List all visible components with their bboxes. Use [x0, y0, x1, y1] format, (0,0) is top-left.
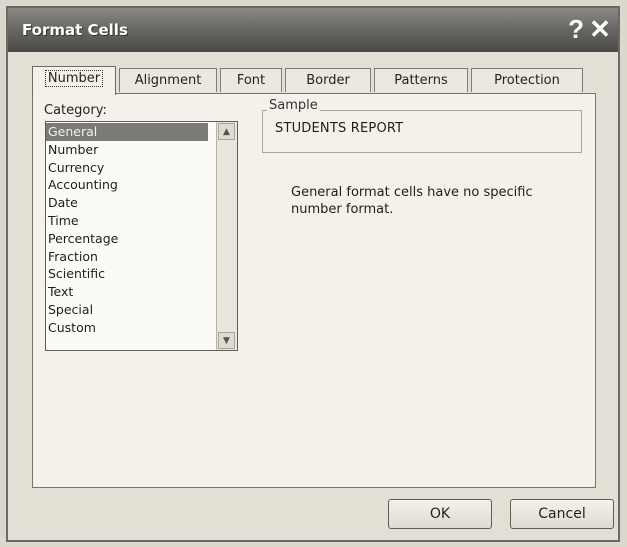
ok-button[interactable]: OK	[388, 499, 492, 529]
tab-patterns[interactable]: Patterns	[374, 68, 468, 92]
tab-border[interactable]: Border	[285, 68, 371, 92]
category-item-text[interactable]: Text	[46, 283, 214, 301]
close-icon[interactable]: ✕	[588, 16, 612, 42]
sample-value: STUDENTS REPORT	[275, 121, 404, 136]
category-listbox[interactable]: General Number Currency Accounting Date …	[45, 121, 238, 351]
category-item-fraction[interactable]: Fraction	[46, 248, 214, 266]
category-item-scientific[interactable]: Scientific	[46, 265, 214, 283]
category-list: General Number Currency Accounting Date …	[46, 123, 214, 337]
format-cells-dialog: Format Cells ? ✕ Number Alignment Font B…	[6, 6, 620, 542]
dialog-title: Format Cells	[22, 21, 128, 39]
cancel-button[interactable]: Cancel	[510, 499, 614, 529]
category-item-accounting[interactable]: Accounting	[46, 176, 214, 194]
category-scrollbar[interactable]: ▲ ▼	[216, 122, 237, 350]
scroll-down-icon[interactable]: ▼	[218, 332, 235, 349]
sample-label: Sample	[267, 98, 320, 113]
category-label: Category:	[44, 103, 107, 118]
screenshot-frame: Format Cells ? ✕ Number Alignment Font B…	[0, 0, 627, 547]
category-item-number[interactable]: Number	[46, 141, 214, 159]
category-item-custom[interactable]: Custom	[46, 319, 214, 337]
tab-font[interactable]: Font	[220, 68, 282, 92]
tab-number[interactable]: Number	[32, 66, 116, 95]
category-item-time[interactable]: Time	[46, 212, 214, 230]
tab-alignment[interactable]: Alignment	[119, 68, 217, 92]
number-tab-panel: Category: General Number Currency Accoun…	[32, 93, 596, 488]
help-icon[interactable]: ?	[568, 14, 584, 44]
tab-protection[interactable]: Protection	[471, 68, 583, 92]
category-item-special[interactable]: Special	[46, 301, 214, 319]
title-bar[interactable]: Format Cells ? ✕	[8, 8, 618, 52]
category-item-date[interactable]: Date	[46, 194, 214, 212]
format-description: General format cells have no specific nu…	[291, 185, 533, 217]
scroll-up-icon[interactable]: ▲	[218, 123, 235, 140]
category-item-general[interactable]: General	[46, 123, 208, 141]
category-item-currency[interactable]: Currency	[46, 159, 214, 177]
tab-strip: Number Alignment Font Border Patterns Pr…	[32, 66, 592, 95]
category-item-percentage[interactable]: Percentage	[46, 230, 214, 248]
